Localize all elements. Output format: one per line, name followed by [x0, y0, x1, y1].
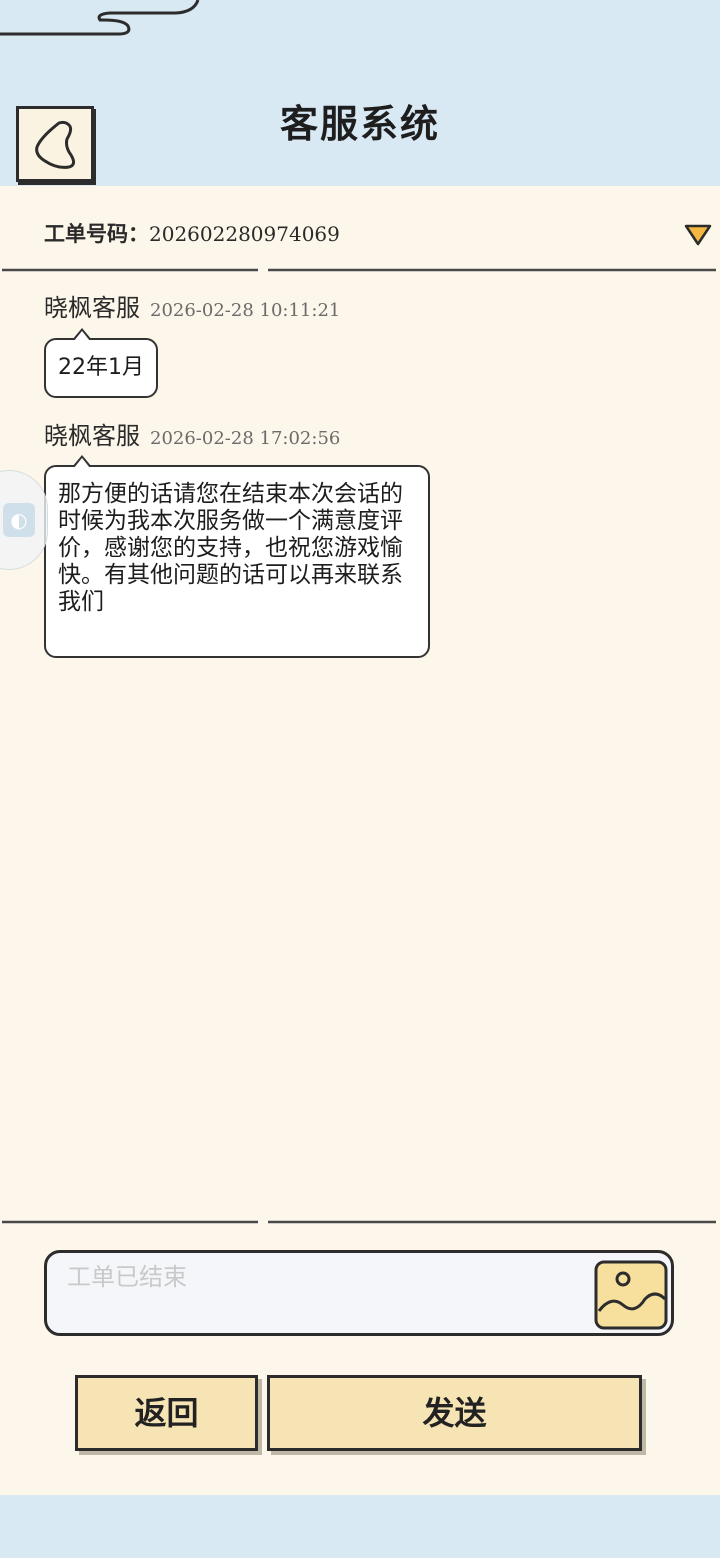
- page-title: 客服系统: [279, 102, 440, 146]
- cloud-decoration: [0, 0, 200, 36]
- image-upload-icon[interactable]: [593, 1259, 669, 1331]
- message-sender: 晓枫客服: [44, 294, 140, 322]
- divider: [2, 268, 716, 272]
- assistant-icon: ◐: [3, 503, 35, 537]
- message-bubble: 22年1月: [44, 328, 158, 398]
- message-input-box: [44, 1250, 674, 1336]
- message-time: 2026-02-28 10:11:21: [150, 300, 341, 321]
- ticket-number-row: 工单号码：202602280974069: [44, 216, 340, 252]
- triangle-down-icon[interactable]: [683, 222, 713, 248]
- header: 客服系统: [0, 0, 720, 186]
- message-header: 晓枫客服 2026-02-28 17:02:56: [44, 418, 340, 454]
- message-header: 晓枫客服 2026-02-28 10:11:21: [44, 290, 340, 326]
- footer-band: [0, 1495, 720, 1558]
- send-button[interactable]: 发送: [267, 1375, 642, 1451]
- back-button[interactable]: 返回: [75, 1375, 258, 1451]
- ticket-label: 工单号码：: [44, 222, 149, 246]
- divider: [2, 1220, 716, 1224]
- message-input[interactable]: [67, 1259, 567, 1295]
- message-time: 2026-02-28 17:02:56: [150, 428, 341, 449]
- message-sender: 晓枫客服: [44, 422, 140, 450]
- message-bubble: 那方便的话请您在结束本次会话的时候为我本次服务做一个满意度评价，感谢您的支持，也…: [44, 455, 430, 658]
- floating-assistant-widget[interactable]: ◐: [0, 470, 48, 570]
- ticket-number: 202602280974069: [149, 222, 340, 246]
